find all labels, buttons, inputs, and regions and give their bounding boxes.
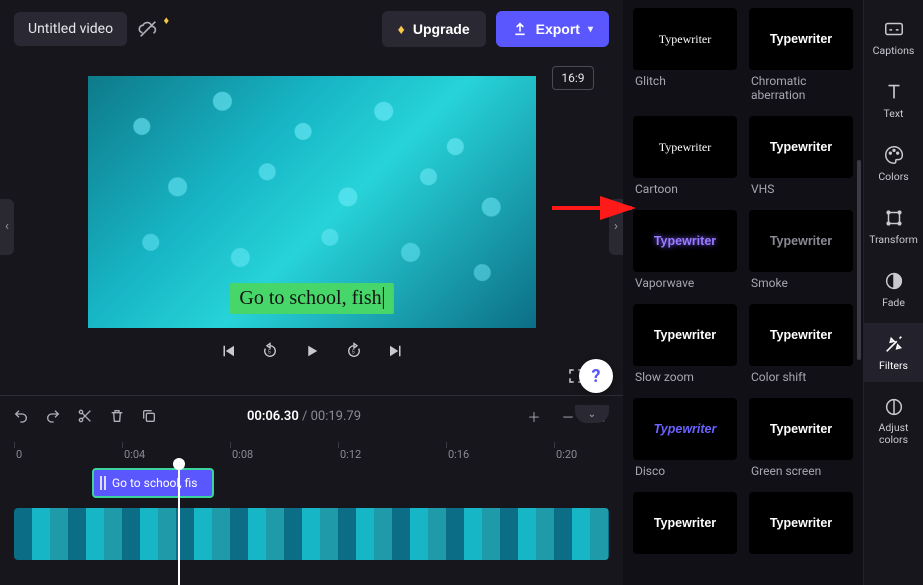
filter-thumb-slow-zoom[interactable]: Typewriter: [633, 304, 737, 366]
help-button[interactable]: ?: [579, 359, 613, 393]
undo-icon[interactable]: [12, 407, 30, 425]
filter-thumb-disco[interactable]: Typewriter: [633, 398, 737, 460]
delete-icon[interactable]: [108, 407, 126, 425]
zoom-in-icon[interactable]: ＋: [525, 407, 543, 425]
diamond-icon: ♦: [398, 21, 405, 37]
forward-5-icon[interactable]: 5: [345, 342, 363, 360]
rewind-5-icon[interactable]: 5: [261, 342, 279, 360]
playhead[interactable]: [178, 464, 180, 585]
nav-text[interactable]: Text: [864, 71, 923, 130]
video-clip[interactable]: [14, 508, 609, 560]
filter-thumb-glitch[interactable]: Typewriter: [633, 8, 737, 70]
filter-label: Slow zoom: [635, 370, 737, 384]
filter-label: Color shift: [751, 370, 853, 384]
timeline-tracks[interactable]: Go to school, fis: [0, 464, 623, 585]
filter-label: Green screen: [751, 464, 853, 478]
svg-text:5: 5: [267, 349, 270, 355]
filters-icon: [883, 333, 905, 355]
nav-filters[interactable]: Filters: [864, 323, 923, 382]
duplicate-icon[interactable]: [140, 407, 158, 425]
filter-label: Smoke: [751, 276, 853, 290]
adjust-icon: [883, 396, 905, 418]
premium-diamond-icon: ♦: [163, 14, 169, 27]
export-button[interactable]: Export ▾: [496, 11, 609, 47]
svg-text:5: 5: [351, 349, 354, 355]
upload-icon: [512, 21, 528, 37]
skip-start-icon[interactable]: [219, 342, 237, 360]
filter-thumb-green-screen[interactable]: Typewriter: [749, 398, 853, 460]
filter-label: Vaporwave: [635, 276, 737, 290]
nav-colors[interactable]: Colors: [864, 134, 923, 193]
nav-transform[interactable]: Transform: [864, 197, 923, 256]
filter-thumb-vaporwave[interactable]: Typewriter: [633, 210, 737, 272]
playback-time: 00:06.30 / 00:19.79: [247, 409, 361, 424]
project-title[interactable]: Untitled video: [14, 12, 127, 46]
captions-icon: [883, 18, 905, 40]
cloud-sync-off-icon[interactable]: ♦: [137, 18, 159, 40]
timeline-ruler[interactable]: 0 0:04 0:08 0:12 0:16 0:20: [0, 436, 623, 464]
split-icon[interactable]: [76, 407, 94, 425]
filter-thumb-item[interactable]: Typewriter: [633, 492, 737, 554]
filter-thumb-vhs[interactable]: Typewriter: [749, 116, 853, 178]
right-nav: Captions Text Colors Transform Fade Filt…: [863, 0, 923, 585]
left-panel-toggle[interactable]: ‹: [0, 199, 14, 255]
nav-captions[interactable]: Captions: [864, 8, 923, 67]
video-preview[interactable]: Go to school, fish: [88, 76, 536, 328]
upgrade-label: Upgrade: [413, 21, 470, 37]
nav-adjust-colors[interactable]: Adjust colors: [864, 386, 923, 455]
filter-label: Cartoon: [635, 182, 737, 196]
chevron-down-icon: ▾: [588, 24, 593, 35]
playback-controls: 5 5: [219, 342, 405, 360]
filter-thumb-cartoon[interactable]: Typewriter: [633, 116, 737, 178]
filters-panel: Typewriter Glitch Typewriter Chromatic aber…: [623, 0, 863, 585]
export-label: Export: [536, 21, 580, 37]
filter-thumb-item[interactable]: Typewriter: [749, 492, 853, 554]
right-panel-toggle[interactable]: ›: [609, 199, 623, 255]
filter-thumb-smoke[interactable]: Typewriter: [749, 210, 853, 272]
skip-end-icon[interactable]: [387, 342, 405, 360]
filter-thumb-chromatic-aberration[interactable]: Typewriter: [749, 8, 853, 70]
palette-icon: [883, 144, 905, 166]
filter-label: Chromatic aberration: [751, 74, 853, 102]
caption-text-overlay[interactable]: Go to school, fish: [229, 283, 393, 314]
fade-icon: [883, 270, 905, 292]
filter-label: VHS: [751, 182, 853, 196]
text-clip[interactable]: Go to school, fis: [92, 468, 214, 498]
nav-fade[interactable]: Fade: [864, 260, 923, 319]
collapse-preview-icon[interactable]: ⌄: [575, 405, 609, 423]
play-icon[interactable]: [303, 342, 321, 360]
filter-label: Glitch: [635, 74, 737, 88]
text-clip-label: Go to school, fis: [112, 476, 198, 490]
filter-label: Disco: [635, 464, 737, 478]
aspect-ratio-button[interactable]: 16:9: [552, 66, 593, 90]
clip-handle-icon[interactable]: [100, 476, 106, 490]
filters-scrollbar[interactable]: [857, 160, 861, 360]
transform-icon: [883, 207, 905, 229]
text-icon: [883, 81, 905, 103]
filter-thumb-color-shift[interactable]: Typewriter: [749, 304, 853, 366]
redo-icon[interactable]: [44, 407, 62, 425]
upgrade-button[interactable]: ♦ Upgrade: [382, 11, 486, 47]
